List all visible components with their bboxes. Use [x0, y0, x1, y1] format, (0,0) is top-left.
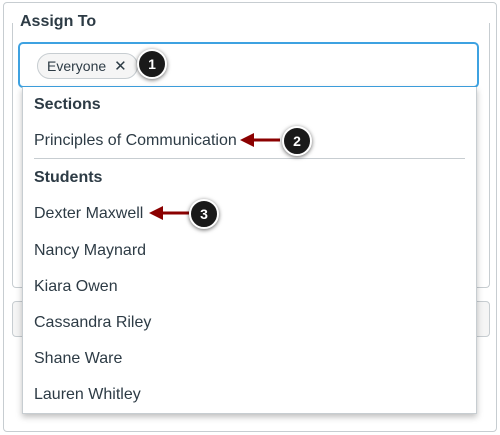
arrow-icon	[149, 206, 189, 220]
option-student[interactable]: Shane Ware	[34, 350, 122, 368]
close-icon[interactable]: ✕	[114, 59, 127, 74]
assign-to-label: Assign To	[20, 13, 97, 30]
callout-2: 2	[282, 126, 312, 156]
callout-1: 1	[137, 49, 167, 79]
everyone-token[interactable]: Everyone ✕	[37, 53, 138, 79]
option-student[interactable]: Lauren Whitley	[34, 386, 141, 404]
option-student[interactable]: Dexter Maxwell	[34, 205, 143, 223]
option-student[interactable]: Nancy Maynard	[34, 242, 146, 260]
arrow-icon	[240, 133, 280, 147]
option-section[interactable]: Principles of Communication	[34, 132, 237, 150]
assign-to-input[interactable]: Everyone ✕	[18, 42, 479, 88]
sections-header: Sections	[34, 96, 101, 113]
option-student[interactable]: Kiara Owen	[34, 278, 118, 296]
divider	[34, 158, 465, 159]
students-header: Students	[34, 169, 103, 186]
option-student[interactable]: Cassandra Riley	[34, 314, 151, 332]
callout-3: 3	[189, 199, 219, 229]
token-label: Everyone	[47, 58, 107, 74]
